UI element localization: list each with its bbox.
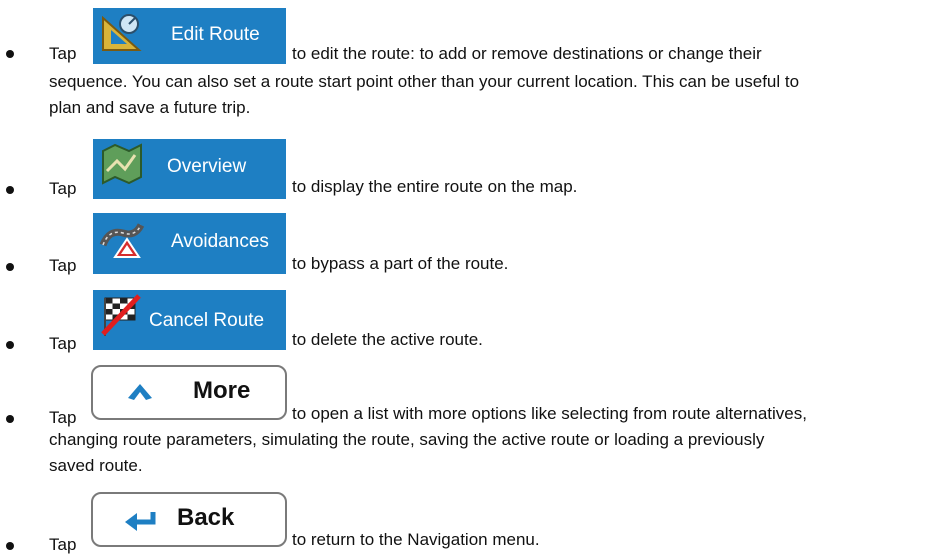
tap-label: Tap <box>49 408 77 427</box>
avoidances-button[interactable]: Avoidances <box>93 213 286 274</box>
description-line: to edit the route: to add or remove dest… <box>292 44 762 63</box>
description-line: to return to the Navigation menu. <box>292 530 540 549</box>
cancel-route-label: Cancel Route <box>149 310 265 331</box>
description-line: sequence. You can also set a route start… <box>49 72 800 91</box>
more-label: More <box>193 377 251 404</box>
back-arrow-icon <box>125 512 156 531</box>
description-line: to display the entire route on the map. <box>292 177 578 196</box>
bullet <box>6 186 14 194</box>
more-button[interactable]: More <box>91 365 287 420</box>
overview-label: Overview <box>167 156 247 177</box>
ruler-triangle-icon <box>102 14 142 51</box>
description-line: changing route parameters, simulating th… <box>49 430 765 449</box>
checkered-flag-crossed-icon <box>101 294 141 336</box>
back-label: Back <box>177 504 235 531</box>
back-button[interactable]: Back <box>91 492 287 547</box>
tap-label: Tap <box>49 535 77 554</box>
description-line: saved route. <box>49 456 143 475</box>
tap-label: Tap <box>49 256 77 275</box>
edit-route-label: Edit Route <box>171 24 260 45</box>
description-line: to bypass a part of the route. <box>292 254 509 273</box>
description-line: to open a list with more options like se… <box>292 404 807 423</box>
bullet <box>6 341 14 349</box>
bullet <box>6 415 14 423</box>
bullet <box>6 542 14 550</box>
cancel-route-button[interactable]: Cancel Route <box>93 290 286 350</box>
chevron-up-icon <box>128 384 152 400</box>
edit-route-button[interactable]: Edit Route <box>93 8 286 64</box>
tap-label: Tap <box>49 179 77 198</box>
description-line: plan and save a future trip. <box>49 98 251 117</box>
road-avoid-icon <box>99 223 145 258</box>
tap-label: Tap <box>49 334 77 353</box>
avoidances-label: Avoidances <box>171 231 269 252</box>
tap-label: Tap <box>49 44 77 63</box>
description-line: to delete the active route. <box>292 330 483 349</box>
overview-button[interactable]: Overview <box>93 139 286 199</box>
map-icon <box>102 143 142 185</box>
bullet <box>6 50 14 58</box>
bullet <box>6 263 14 271</box>
